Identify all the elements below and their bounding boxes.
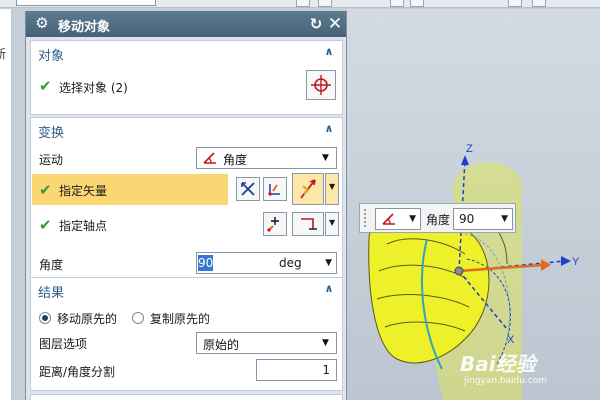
rotation-vector-arrow[interactable] xyxy=(541,259,551,271)
check-icon: ✔ xyxy=(39,77,52,95)
z-axis-arrow xyxy=(461,155,469,165)
point-dialog-button[interactable] xyxy=(263,212,287,236)
inferred-point-icon xyxy=(301,218,317,230)
copy-original-radio[interactable] xyxy=(132,312,144,324)
gear-icon: ⚙ xyxy=(35,14,49,32)
dialog-titlebar[interactable]: ⚙ 移动对象 ↻ ✕ xyxy=(26,11,346,37)
collapse-icon[interactable]: ∧ xyxy=(322,121,336,137)
reset-icon[interactable]: ↻ xyxy=(309,15,323,33)
toolbar-button[interactable] xyxy=(508,0,522,7)
transform-group: 变换 ∧ 运动 角度 ▼ ✔ 指定矢量 ▼ ✔ 指定轴点 ▼ 角度 90 deg… xyxy=(30,117,343,283)
collapse-icon[interactable]: ∧ xyxy=(322,281,336,297)
motion-label: 运动 xyxy=(39,153,64,167)
drag-grip[interactable] xyxy=(363,208,367,228)
left-panel-label: 新 xyxy=(0,47,7,61)
toolbar-button[interactable] xyxy=(532,0,546,7)
point-dialog-icon xyxy=(267,217,279,232)
angle-unit: deg xyxy=(279,256,302,270)
chevron-down-icon: ▼ xyxy=(329,182,336,191)
angle-label: 角度 xyxy=(39,258,64,272)
expand-icon[interactable]: ∨ xyxy=(322,396,336,400)
layer-option-value: 原始的 xyxy=(203,338,240,352)
motion-value: 角度 xyxy=(223,153,248,167)
specify-axis-point-label[interactable]: 指定轴点 xyxy=(59,217,107,234)
object-group-header[interactable]: 对象 ∧ xyxy=(31,41,342,65)
floating-angle-input[interactable]: 90 ▼ xyxy=(453,208,513,230)
chevron-down-icon[interactable]: ▼ xyxy=(325,256,332,270)
floating-angle-label: 角度 xyxy=(426,213,451,227)
angle-icon xyxy=(203,152,216,164)
result-group-header[interactable]: 结果 ∧ xyxy=(31,278,342,302)
transform-group-header[interactable]: 变换 ∧ xyxy=(31,118,342,142)
vector-dialog-button[interactable] xyxy=(263,177,287,201)
distance-angle-split-input[interactable]: 1 xyxy=(256,359,337,381)
axis-point-handle[interactable] xyxy=(454,266,464,276)
y-axis-arrow xyxy=(561,256,571,266)
angle-icon xyxy=(382,213,395,225)
object-group: 对象 ∧ ✔ 选择对象 (2) xyxy=(30,40,343,115)
chevron-down-icon: ▼ xyxy=(322,153,329,163)
move-object-dialog: ⚙ 移动对象 ↻ ✕ 对象 ∧ ✔ 选择对象 (2) 变换 ∧ 运动 角度 ▼ … xyxy=(25,11,347,400)
copy-original-label[interactable]: 复制原先的 xyxy=(150,310,210,327)
crosshair-icon xyxy=(311,75,331,95)
watermark-subtext: jingyan.baidu.com xyxy=(464,376,548,386)
close-icon[interactable]: ✕ xyxy=(327,14,343,34)
move-original-radio[interactable] xyxy=(39,312,51,324)
toolbar-button[interactable] xyxy=(296,0,310,7)
settings-group: ∨ xyxy=(30,394,343,400)
vector-options-dropdown[interactable]: ▼ xyxy=(325,173,339,205)
layer-option-label: 图层选项 xyxy=(39,337,88,351)
top-combo-box[interactable] xyxy=(16,0,156,6)
select-object-button[interactable] xyxy=(306,70,336,100)
reverse-direction-icon xyxy=(241,182,255,196)
angle-value: 90 xyxy=(198,255,214,271)
chevron-down-icon: ▼ xyxy=(329,218,336,227)
inferred-point-button[interactable] xyxy=(292,212,324,236)
transform-group-title: 变换 xyxy=(38,126,65,141)
object-group-title: 对象 xyxy=(38,49,65,64)
check-icon: ✔ xyxy=(39,181,52,199)
collapse-icon[interactable]: ∧ xyxy=(322,44,336,60)
floating-angle-value: 90 xyxy=(459,212,475,226)
point-options-dropdown[interactable]: ▼ xyxy=(325,212,339,236)
motion-dropdown[interactable]: 角度 ▼ xyxy=(196,147,337,169)
result-group: 结果 ∧ 移动原先的 复制原先的 图层选项 原始的 ▼ 距离/角度分割 1 xyxy=(30,277,343,391)
chevron-down-icon: ▼ xyxy=(409,214,416,224)
distance-angle-split-value: 1 xyxy=(322,363,330,377)
z-axis-label: Z xyxy=(466,143,473,155)
dialog-title: 移动对象 xyxy=(58,20,111,35)
left-side-panel: 新 xyxy=(0,9,12,400)
inferred-vector-icon xyxy=(300,179,316,199)
watermark: Bai经验 jingyan.baidu.com xyxy=(460,340,590,390)
toolbar-button[interactable] xyxy=(318,0,332,7)
watermark-text: Bai经验 xyxy=(460,352,536,376)
toolbar-button[interactable] xyxy=(410,0,424,7)
reverse-direction-button[interactable] xyxy=(236,177,260,201)
distance-angle-split-label: 距离/角度分割 xyxy=(39,365,116,379)
floating-angle-toolbar: ▼ 角度 90 ▼ xyxy=(359,203,516,233)
result-group-title: 结果 xyxy=(38,286,65,301)
layer-option-dropdown[interactable]: 原始的 ▼ xyxy=(196,332,337,354)
chevron-down-icon: ▼ xyxy=(501,214,508,224)
angle-input[interactable]: 90 deg ▼ xyxy=(196,252,337,274)
select-object-label[interactable]: 选择对象 (2) xyxy=(59,79,128,96)
specify-vector-label[interactable]: 指定矢量 xyxy=(59,182,107,199)
application-toolbar xyxy=(0,0,600,8)
move-original-label[interactable]: 移动原先的 xyxy=(57,310,117,327)
vector-dialog-icon xyxy=(268,184,280,196)
y-axis-label: Y xyxy=(572,256,580,268)
check-icon: ✔ xyxy=(39,216,52,234)
chevron-down-icon: ▼ xyxy=(322,338,329,348)
motion-type-dropdown[interactable]: ▼ xyxy=(375,208,421,230)
inferred-vector-button[interactable] xyxy=(292,173,324,205)
toolbar-button[interactable] xyxy=(390,0,404,7)
